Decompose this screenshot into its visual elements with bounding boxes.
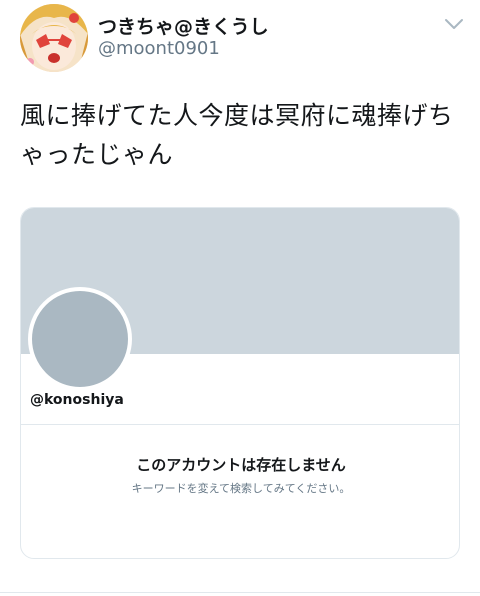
author-avatar[interactable] [20, 4, 88, 72]
profile-card[interactable]: @konoshiya このアカウントは存在しません キーワードを変えて検索してみ… [20, 207, 460, 559]
chevron-down-icon[interactable] [444, 16, 464, 30]
author-display-name[interactable]: つきちゃ@きくうし [98, 12, 269, 39]
account-not-found-title: このアカウントは存在しません [136, 456, 346, 474]
card-divider [21, 424, 459, 425]
account-not-found-subtitle: キーワードを変えて検索してみてください。 [131, 482, 351, 495]
author-handle[interactable]: @moont0901 [98, 38, 220, 59]
divider [0, 592, 480, 593]
profile-avatar-placeholder [28, 287, 132, 391]
card-handle[interactable]: @konoshiya [30, 392, 124, 408]
tweet: つきちゃ@きくうし @moont0901 風に捧げてた人今度は冥府に魂捧げちゃっ… [0, 0, 480, 596]
tweet-text: 風に捧げてた人今度は冥府に魂捧げちゃったじゃん [20, 101, 454, 169]
